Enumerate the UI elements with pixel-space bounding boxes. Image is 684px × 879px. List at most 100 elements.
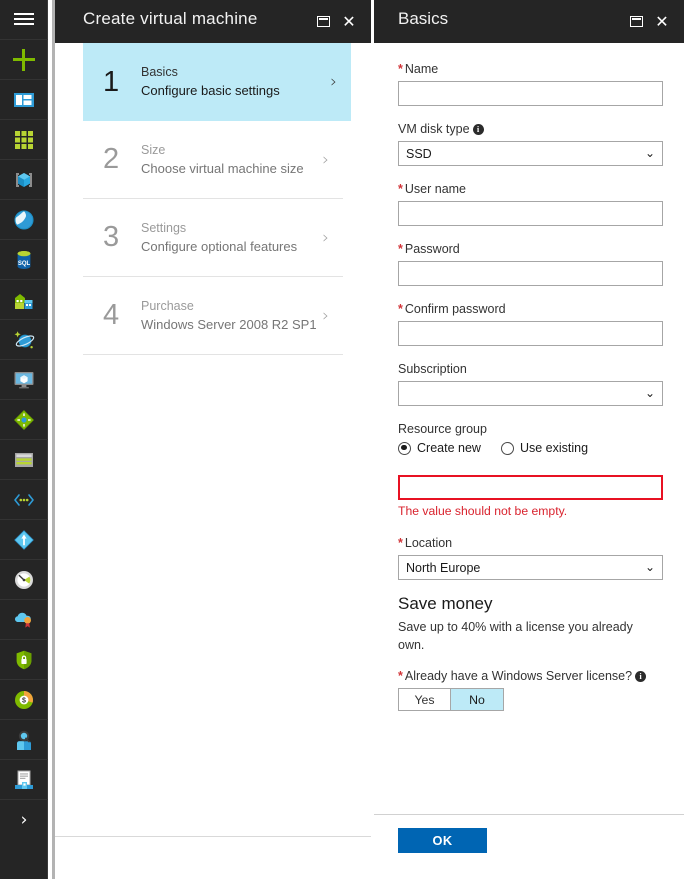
- basics-title: Basics: [398, 9, 449, 28]
- sidebar-item-virtual-networks[interactable]: [0, 480, 48, 520]
- resource-group-mode-radios: Create new Use existing: [398, 441, 662, 455]
- shield-lock-icon: [16, 650, 32, 669]
- required-asterisk: *: [398, 669, 403, 683]
- field-confirm-password: * Confirm password: [398, 300, 663, 346]
- radio-use-existing-control[interactable]: [500, 441, 514, 455]
- sidebar-item-expand-rail[interactable]: ›: [0, 800, 48, 840]
- sidebar-item-cost-management[interactable]: $: [0, 680, 48, 720]
- dashboard-icon: [14, 92, 34, 107]
- save-money-heading: Save money: [398, 594, 493, 613]
- gauge-icon: [15, 570, 33, 589]
- save-money-subtext: Save up to 40% with a license you alread…: [398, 620, 633, 652]
- step-subtitle: Windows Server 2008 R2 SP1: [141, 316, 317, 332]
- field-windows-server-license: * Already have a Windows Server license? i…: [398, 667, 662, 711]
- resource-group-error-message: The value should not be empty.: [398, 504, 568, 518]
- restore-icon: [316, 16, 330, 27]
- sidebar-item-advisor[interactable]: [0, 600, 48, 640]
- svg-text:SQL: SQL: [18, 261, 31, 267]
- create-vm-blade-header-buttons: ✕: [310, 0, 362, 43]
- field-vm-disk-type: VM disk type i SSD ⌄: [398, 120, 663, 166]
- page-title: Create virtual machine: [83, 9, 258, 28]
- close-icon: ✕: [342, 11, 356, 31]
- restore-button[interactable]: [623, 9, 649, 35]
- cosmos-db-icon: [14, 330, 35, 348]
- field-resource-group-label: Resource group: [398, 422, 487, 436]
- required-asterisk: *: [398, 62, 403, 76]
- chevron-right-icon: ›: [322, 149, 329, 170]
- location-select[interactable]: North Europe: [398, 555, 663, 580]
- create-vm-blade-header: Create virtual machine ✕: [55, 0, 371, 43]
- invoice-icon: [15, 770, 33, 789]
- name-input[interactable]: [398, 81, 663, 106]
- wizard-step-settings[interactable]: 3 Settings Configure optional features ›: [83, 199, 343, 277]
- wizard-step-size[interactable]: 2 Size Choose virtual machine size ›: [83, 121, 343, 199]
- license-toggle-yes[interactable]: Yes: [398, 688, 451, 711]
- storage-account-icon: [15, 452, 33, 467]
- step-subtitle: Configure basic settings: [141, 83, 280, 98]
- sidebar-item-load-balancers[interactable]: [0, 400, 48, 440]
- grid-icon: [15, 130, 33, 149]
- required-asterisk: *: [398, 302, 403, 316]
- subscription-select[interactable]: [398, 381, 663, 406]
- field-location-label: * Location: [398, 536, 453, 550]
- step-number: 2: [103, 143, 120, 175]
- radio-create-new-control[interactable]: [398, 441, 411, 455]
- restore-button[interactable]: [310, 9, 336, 35]
- sidebar-item-security-center[interactable]: [0, 640, 48, 680]
- step-subtitle: Choose virtual machine size: [141, 160, 304, 176]
- wizard-step-purchase[interactable]: 4 Purchase Windows Server 2008 R2 SP1 ›: [83, 277, 343, 355]
- sidebar-item-azure-active-directory[interactable]: [0, 520, 48, 560]
- field-subscription: Subscription ⌄: [398, 360, 663, 406]
- svg-text:$: $: [22, 697, 26, 704]
- close-button[interactable]: ✕: [336, 9, 362, 35]
- sidebar-item-help-support[interactable]: [0, 720, 48, 760]
- radio-create-new[interactable]: Create new: [398, 441, 481, 455]
- hamburger-icon: [14, 13, 34, 26]
- sidebar-item-all-resources[interactable]: [0, 160, 48, 200]
- wizard-step-basics[interactable]: 1 Basics Configure basic settings ›: [83, 43, 351, 121]
- basics-blade-header: Basics ✕: [374, 0, 684, 43]
- step-title: Purchase: [141, 298, 194, 313]
- field-location: * Location North Europe ⌄: [398, 534, 663, 580]
- sidebar-item-cosmos-db[interactable]: [0, 320, 48, 360]
- sidebar-item-virtual-machines[interactable]: [0, 360, 48, 400]
- ok-button[interactable]: OK: [398, 828, 487, 853]
- azure-portal-window: SQL $ › Create virtual machine ✕ 1 Basic…: [0, 0, 684, 879]
- user-name-input[interactable]: [398, 201, 663, 226]
- basics-blade-header-buttons: ✕: [623, 0, 675, 43]
- sidebar-item-resource-groups[interactable]: [0, 200, 48, 240]
- step-number: 4: [103, 299, 120, 331]
- create-vm-blade: Create virtual machine ✕ 1 Basics Config…: [52, 0, 371, 879]
- confirm-password-input[interactable]: [398, 321, 663, 346]
- sidebar-item-monitor[interactable]: [0, 560, 48, 600]
- blade-footer-divider: [55, 836, 371, 837]
- step-title: Settings: [141, 220, 187, 235]
- close-button[interactable]: ✕: [649, 9, 675, 35]
- sidebar-item-app-services[interactable]: [0, 280, 48, 320]
- required-asterisk: *: [398, 182, 403, 196]
- resource-group-name-input[interactable]: [398, 475, 663, 500]
- sidebar-item-sql-databases[interactable]: SQL: [0, 240, 48, 280]
- sidebar-item-all-services[interactable]: [0, 120, 48, 160]
- required-asterisk: *: [398, 242, 403, 256]
- chevron-right-icon: ›: [322, 305, 329, 326]
- vm-disk-type-select[interactable]: SSD: [398, 141, 663, 166]
- license-toggle-no[interactable]: No: [451, 688, 504, 711]
- monitor-icon: [14, 371, 34, 388]
- field-user-name: * User name: [398, 180, 663, 226]
- sidebar-item-create-resource[interactable]: [0, 40, 48, 80]
- load-balancer-icon: [14, 409, 34, 430]
- sidebar-item-subscriptions[interactable]: [0, 760, 48, 800]
- password-input[interactable]: [398, 261, 663, 286]
- app-services-icon: [15, 293, 33, 309]
- radio-use-existing[interactable]: Use existing: [500, 441, 588, 455]
- info-icon[interactable]: i: [635, 671, 647, 682]
- info-icon[interactable]: i: [472, 124, 484, 135]
- sidebar-item-dashboard[interactable]: [0, 80, 48, 120]
- field-name: * Name: [398, 60, 663, 106]
- field-subscription-label: Subscription: [398, 362, 467, 376]
- sidebar-item-storage-accounts[interactable]: [0, 440, 48, 480]
- sidebar-item-hamburger-menu[interactable]: [0, 0, 48, 40]
- chevron-right-icon: ›: [20, 809, 28, 830]
- radio-create-new-label: Create new: [417, 441, 481, 455]
